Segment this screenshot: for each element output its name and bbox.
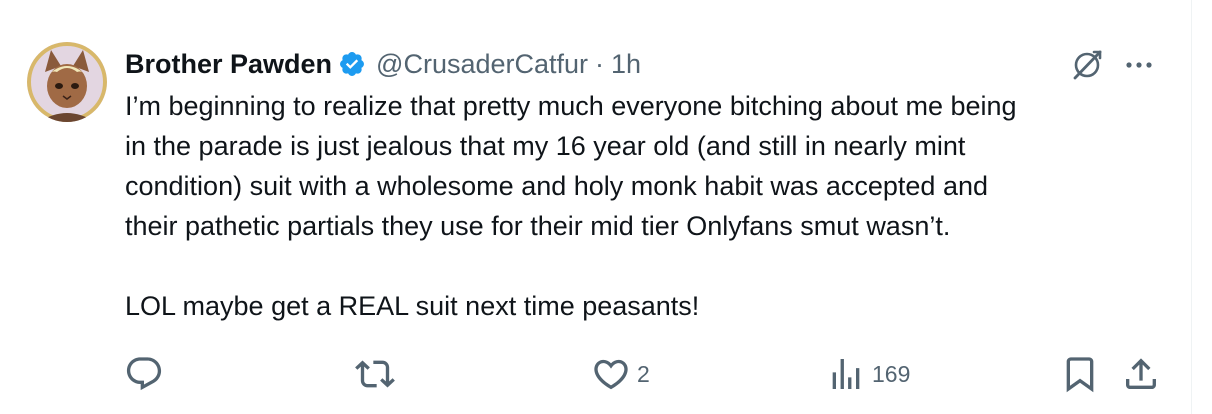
bookmark-icon	[1066, 357, 1094, 393]
heart-icon	[594, 359, 628, 390]
like-button[interactable]: 2	[591, 352, 650, 396]
avatar-image	[27, 42, 107, 122]
tweet-text: I’m beginning to realize that pretty muc…	[125, 86, 1165, 326]
avatar[interactable]	[27, 42, 107, 122]
tweet-paragraph: LOL maybe get a REAL suit next time peas…	[125, 291, 700, 321]
share-icon	[1126, 358, 1156, 389]
reply-button[interactable]	[124, 352, 164, 396]
tweet-card[interactable]: Brother Pawden @CrusaderCatfur · 1h I’m …	[0, 0, 1191, 414]
separator-dot: ·	[595, 49, 605, 79]
timestamp[interactable]: 1h	[611, 44, 641, 84]
tweet-actions: 2 169	[0, 352, 1191, 396]
more-icon[interactable]	[1121, 47, 1157, 83]
display-name[interactable]: Brother Pawden	[125, 44, 332, 84]
timeline-border	[1191, 0, 1192, 414]
views-icon	[832, 359, 860, 389]
user-handle[interactable]: @CrusaderCatfur	[376, 44, 588, 84]
tweet-paragraph: I’m beginning to realize that pretty muc…	[125, 91, 1017, 241]
retweet-button[interactable]	[355, 352, 395, 396]
reply-icon	[126, 357, 162, 391]
views-button[interactable]: 169	[826, 352, 910, 396]
tweet-header: Brother Pawden @CrusaderCatfur · 1h	[125, 44, 641, 84]
like-count: 2	[637, 360, 650, 387]
retweet-icon	[355, 360, 395, 388]
views-count: 169	[872, 360, 911, 387]
grok-icon[interactable]	[1069, 47, 1105, 83]
verified-badge-icon[interactable]	[338, 50, 366, 78]
bookmark-button[interactable]	[1060, 352, 1100, 396]
share-button[interactable]	[1121, 352, 1161, 396]
